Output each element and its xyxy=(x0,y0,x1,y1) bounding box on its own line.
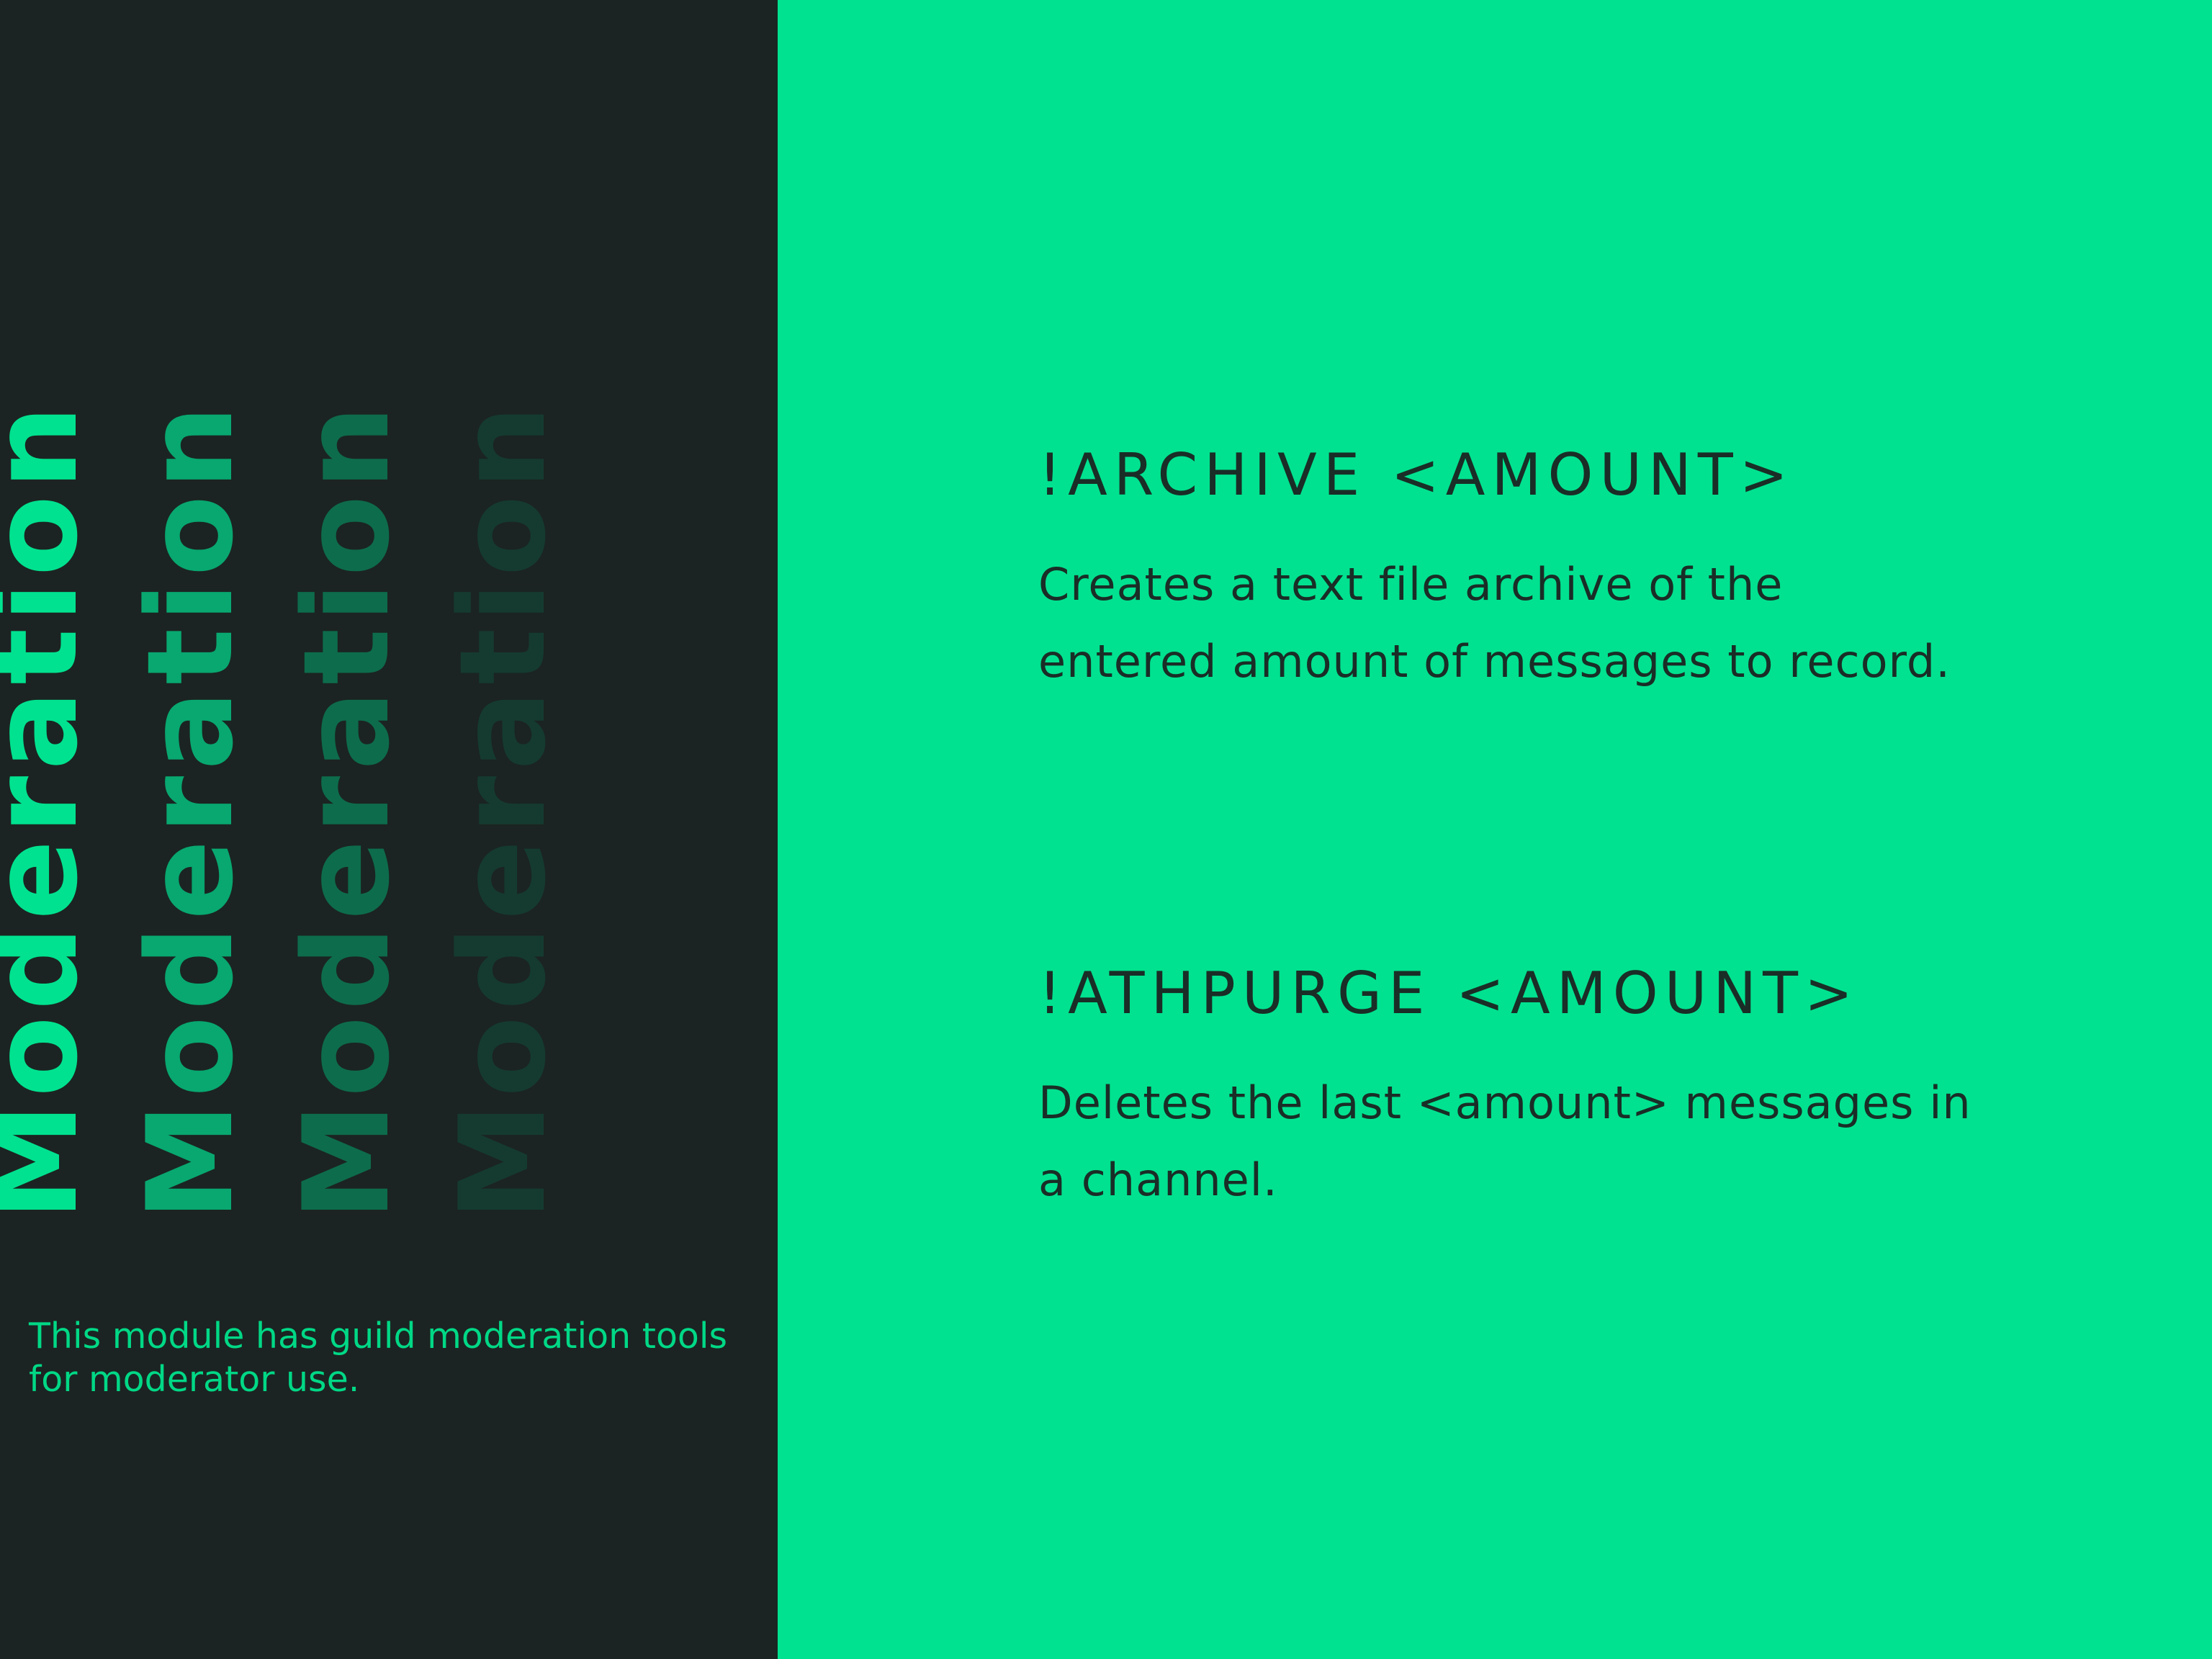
command-title: !ARCHIVE <AMOUNT> xyxy=(1038,441,1794,508)
module-title-vertical: Moderation xyxy=(0,399,104,1220)
command-description: Creates a text file archive of the enter… xyxy=(1038,558,1951,688)
command-athpurge: !ATHPURGE <AMOUNT> Deletes the last <amo… xyxy=(1038,958,2046,1218)
module-title-vertical-echo: Moderation xyxy=(122,399,259,1220)
command-archive: !ARCHIVE <AMOUNT> Creates a text file ar… xyxy=(1038,439,2046,700)
command-description: Deletes the last <amount> messages in a … xyxy=(1038,1076,1972,1206)
command-title: !ATHPURGE <AMOUNT> xyxy=(1038,960,1860,1027)
module-description: This module has guild moderation tools f… xyxy=(29,1316,728,1400)
module-title-vertical-echo: Moderation xyxy=(434,399,572,1220)
module-title-vertical-echo: Moderation xyxy=(278,399,415,1220)
commands-panel xyxy=(778,0,2212,1659)
sidebar-panel: Moderation Moderation Moderation Moderat… xyxy=(0,0,778,1659)
